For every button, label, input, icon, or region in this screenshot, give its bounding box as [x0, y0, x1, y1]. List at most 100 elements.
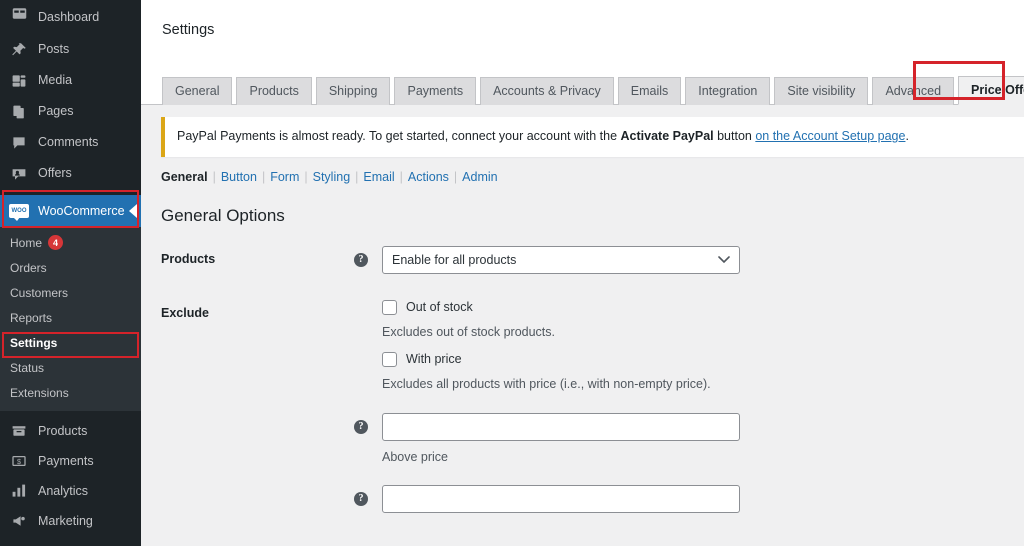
subnav-actions[interactable]: Actions [408, 170, 449, 184]
above-price-caption: Above price [382, 449, 449, 464]
app-root: Dashboard Posts Media Pages Comments Off… [0, 0, 1024, 546]
sidebar-item-offers[interactable]: Offers [0, 158, 141, 189]
main-content: Settings General Products Shipping Payme… [141, 0, 1024, 546]
sidebar-item-settings[interactable]: Settings [0, 330, 141, 355]
sub-label: Orders [10, 260, 47, 275]
section-title: General Options [161, 205, 285, 225]
sidebar-divider [0, 26, 141, 34]
price-offers-subnav: General | Button | Form | Styling | Emai… [161, 170, 1024, 184]
field-above-price: ? Above price [354, 412, 1024, 464]
desc-with-price: Excludes all products with price (i.e., … [382, 376, 711, 391]
help-icon[interactable]: ? [354, 252, 368, 267]
tab-price-offers[interactable]: Price Offers [958, 76, 1024, 105]
help-icon[interactable]: ? [354, 491, 368, 506]
notice-text-1: PayPal Payments is almost ready. To get … [177, 129, 621, 143]
subnav-admin[interactable]: Admin [462, 170, 497, 184]
media-icon [9, 71, 29, 91]
subnav-form[interactable]: Form [270, 170, 299, 184]
page-title: Settings [162, 22, 215, 38]
sidebar-item-orders[interactable]: Orders [0, 255, 141, 280]
sidebar-item-analytics[interactable]: Analytics [0, 476, 141, 506]
subnav-button[interactable]: Button [221, 170, 257, 184]
tab-shipping[interactable]: Shipping [315, 77, 391, 105]
settings-tab-bar: General Products Shipping Payments Accou… [141, 60, 1024, 105]
notice-text-3: . [905, 129, 909, 143]
products-select-value: Enable for all products [392, 252, 517, 267]
account-setup-link[interactable]: on the Account Setup page [755, 129, 905, 143]
checkbox-with-price-label: With price [406, 352, 462, 366]
sidebar-item-woocommerce-wrap: WOO WooCommerce [0, 195, 141, 227]
dashboard-icon [9, 3, 29, 23]
sidebar-item-marketing[interactable]: Marketing [0, 506, 141, 536]
chevron-down-icon [718, 253, 730, 267]
sidebar-item-woocommerce[interactable]: WOO WooCommerce [0, 195, 141, 227]
subnav-separator: | [399, 169, 403, 184]
sidebar-label: Marketing [38, 513, 93, 528]
paypal-notice: PayPal Payments is almost ready. To get … [161, 117, 1024, 157]
payments-icon: $ [9, 451, 29, 471]
sub-label: Settings [10, 335, 58, 350]
checkbox-with-price[interactable] [382, 351, 397, 367]
subnav-separator: | [261, 169, 266, 184]
above-price-input[interactable] [382, 412, 740, 441]
label-exclude: Exclude [161, 305, 209, 320]
sidebar-label: Payments [38, 453, 94, 468]
form-row-products: Products ? Enable for all products [141, 245, 1024, 274]
sidebar-label: WooCommerce [38, 203, 125, 218]
page-header: Settings [141, 0, 1024, 60]
help-icon[interactable]: ? [354, 419, 368, 434]
sub-label: Home [10, 235, 43, 250]
form-row-second-price: ? [141, 484, 1024, 513]
notice-bold: Activate PayPal [620, 129, 714, 143]
sub-label: Customers [10, 285, 69, 300]
sidebar-item-dashboard[interactable]: Dashboard [0, 0, 141, 26]
tab-integration[interactable]: Integration [685, 77, 771, 105]
sidebar-item-home[interactable]: Home 4 [0, 230, 141, 255]
sidebar-item-extensions[interactable]: Extensions [0, 380, 141, 405]
chevron-left-icon [129, 204, 137, 218]
sidebar-item-pages[interactable]: Pages [0, 96, 141, 127]
subnav-email[interactable]: Email [363, 170, 394, 184]
tab-general[interactable]: General [162, 77, 233, 105]
settings-form: Products ? Enable for all products Exclu… [141, 245, 1024, 513]
form-row-above-price: ? Above price [141, 412, 1024, 464]
sidebar-item-posts[interactable]: Posts [0, 34, 141, 65]
comments-icon [9, 133, 29, 153]
sidebar-item-media[interactable]: Media [0, 65, 141, 96]
sidebar-label: Posts [38, 42, 70, 57]
subnav-separator: | [212, 169, 216, 184]
sidebar-item-reports[interactable]: Reports [0, 305, 141, 330]
label-second-price-spacer [161, 485, 354, 505]
svg-text:$: $ [17, 457, 21, 466]
field-products: ? Enable for all products [354, 245, 1024, 274]
tab-products[interactable]: Products [236, 77, 312, 105]
subnav-separator: | [453, 169, 458, 184]
second-price-input[interactable] [382, 484, 740, 513]
sidebar-label: Analytics [38, 483, 89, 498]
marketing-icon [9, 511, 29, 531]
label-above-price-spacer [161, 413, 354, 433]
sidebar-item-products[interactable]: Products [0, 416, 141, 446]
tab-accounts-privacy[interactable]: Accounts & Privacy [480, 77, 614, 105]
tab-payments[interactable]: Payments [394, 77, 477, 105]
checkbox-out-of-stock-line: Out of stock [382, 299, 1024, 315]
checkbox-out-of-stock[interactable] [382, 299, 397, 315]
checkbox-with-price-line: With price [382, 351, 1024, 367]
tab-emails[interactable]: Emails [617, 77, 682, 105]
tab-site-visibility[interactable]: Site visibility [774, 77, 869, 105]
subnav-separator: | [304, 169, 308, 184]
sidebar-item-payments[interactable]: $ Payments [0, 446, 141, 476]
sidebar-label: Pages [38, 104, 74, 119]
woo-icon: WOO [9, 204, 29, 221]
tab-advanced[interactable]: Advanced [872, 77, 955, 105]
sub-label: Extensions [10, 385, 69, 400]
subnav-styling[interactable]: Styling [313, 170, 351, 184]
label-products: Products [161, 251, 216, 266]
desc-out-of-stock: Excludes out of stock products. [382, 324, 556, 339]
sidebar-item-status[interactable]: Status [0, 355, 141, 380]
sidebar-item-customers[interactable]: Customers [0, 280, 141, 305]
sidebar-item-comments[interactable]: Comments [0, 127, 141, 158]
pages-icon [9, 102, 29, 122]
products-select[interactable]: Enable for all products [382, 245, 740, 274]
subnav-general[interactable]: General [161, 170, 208, 184]
